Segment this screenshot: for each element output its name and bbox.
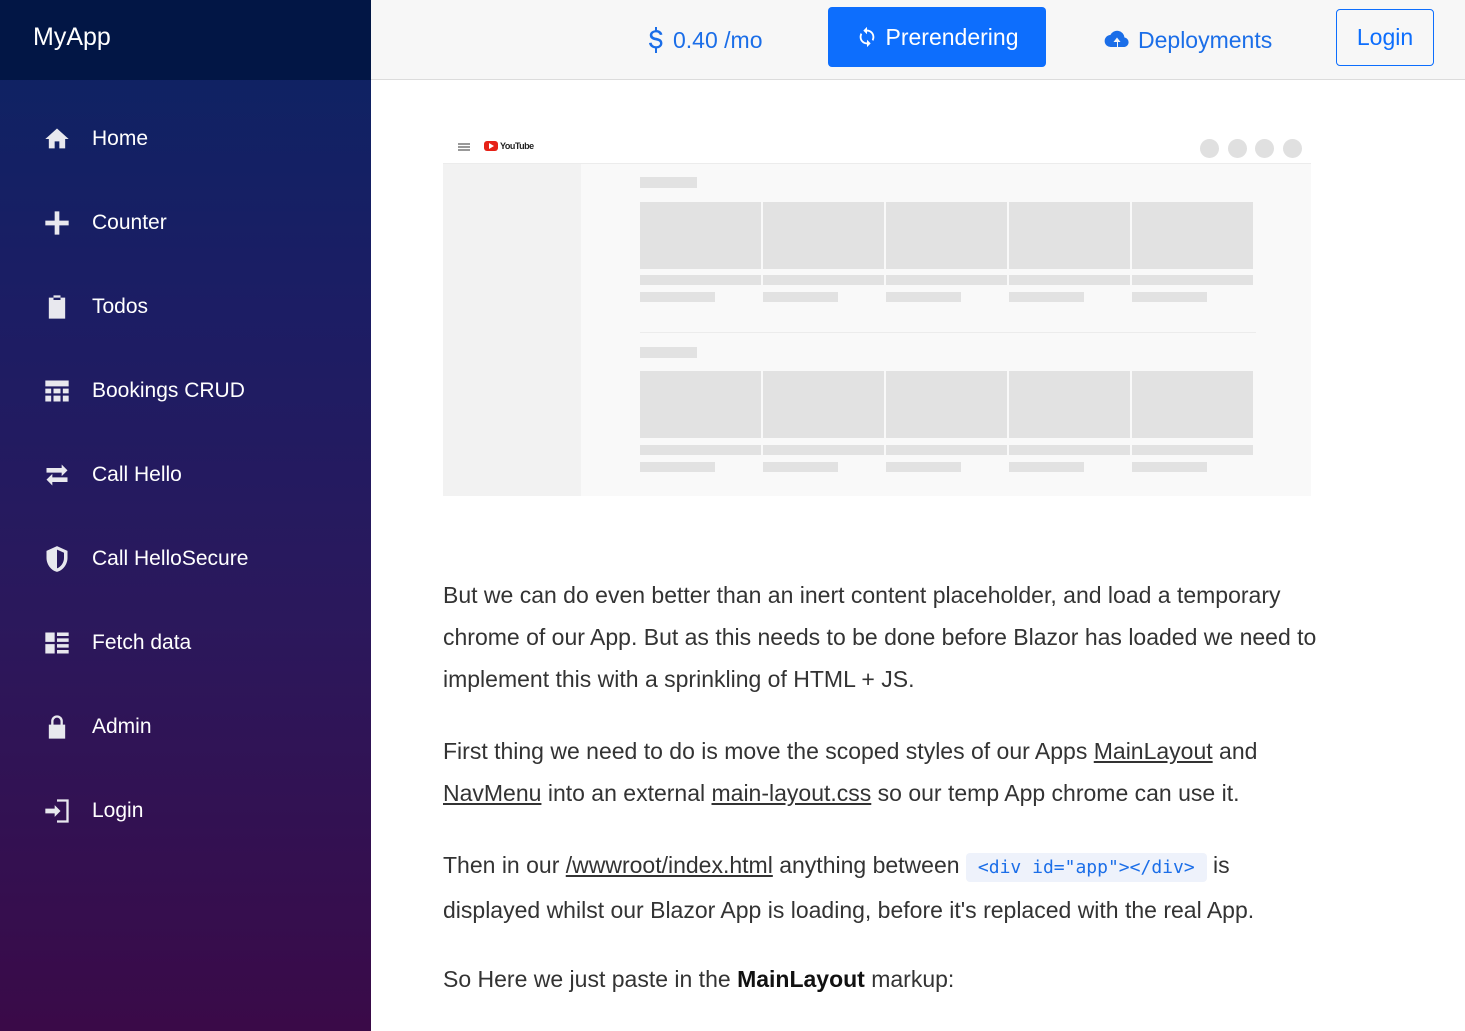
sidebar-item-label: Admin [92,715,152,738]
skeleton-line [763,275,884,285]
sidebar-item-todos[interactable]: Todos [0,265,371,349]
skeleton-line [1132,462,1207,472]
skeleton-thumbnail [640,371,761,438]
sidebar-item-login[interactable]: Login [0,769,371,853]
calendar-icon [42,376,72,406]
plus-icon [42,208,72,238]
navmenu-link[interactable]: NavMenu [443,780,541,806]
sidebar-item-call-hello[interactable]: Call Hello [0,433,371,517]
skeleton-line [1009,445,1130,455]
skeleton-title [640,347,697,358]
prerendering-label: Prerendering [885,23,1019,50]
app-brand[interactable]: MyApp [0,0,371,80]
skeleton-thumbnail [763,202,884,269]
login-icon [42,796,72,826]
sidebar-item-bookings-crud[interactable]: Bookings CRUD [0,349,371,433]
skeleton-thumbnail [1009,202,1130,269]
skeleton-line [886,292,961,302]
skeleton-line [1132,275,1253,285]
sidebar-item-label: Call HelloSecure [92,547,249,570]
skeleton-line [1132,445,1253,455]
skeleton-line [640,292,715,302]
list-icon [42,628,72,658]
prerendering-button[interactable]: Prerendering [828,7,1046,67]
skeleton-thumbnail [1009,371,1130,438]
clipboard-icon [42,292,72,322]
avatar-placeholder [1228,139,1247,158]
paragraph: Then in our /wwwroot/index.html anything… [443,852,1255,923]
menu-icon [458,143,470,151]
price-label: 0.40 /mo [673,26,763,53]
sidebar-nav: Home Counter Todos Bookings CRUD Call He… [0,97,371,853]
skeleton-line [640,462,715,472]
sidebar-item-home[interactable]: Home [0,97,371,181]
sidebar-item-label: Call Hello [92,463,182,486]
mainlayout-link[interactable]: MainLayout [1094,738,1213,764]
sidebar-item-label: Todos [92,295,149,318]
lock-icon [42,712,72,742]
shield-icon [42,544,72,574]
avatar-placeholder [1200,139,1219,158]
avatar-placeholder [1283,139,1302,158]
skeleton-line [886,275,1007,285]
sidebar-item-label: Login [92,799,144,822]
skeleton-line [763,445,884,455]
mock-divider [640,332,1256,333]
play-icon [484,141,498,151]
skeleton-line [763,292,838,302]
pricing-link[interactable]: 0.40 /mo [647,0,763,80]
sidebar-item-fetch-data[interactable]: Fetch data [0,601,371,685]
sidebar-item-label: Home [92,127,149,150]
skeleton-line [1009,292,1084,302]
mock-sidebar [443,164,581,496]
deployments-link[interactable]: Deployments [1104,0,1272,80]
inline-code: <div id="app"></div> [965,853,1207,882]
home-icon [42,124,72,154]
login-button[interactable]: Login [1336,9,1434,66]
paragraph: But we can do even better than an inert … [443,582,1317,692]
skeleton-thumbnail [886,202,1007,269]
sidebar-item-counter[interactable]: Counter [0,181,371,265]
index-html-link[interactable]: /wwwroot/index.html [566,852,773,878]
dollar-icon [649,27,663,53]
cloud-upload-icon [1104,30,1129,48]
main-layout-css-link[interactable]: main-layout.css [712,780,872,806]
sync-icon [859,26,874,48]
skeleton-thumbnail [640,202,761,269]
mock-header: YouTube [443,132,1311,164]
skeleton-thumbnail [1132,202,1253,269]
skeleton-title [640,177,697,188]
skeleton-line [640,275,761,285]
mainlayout-strong: MainLayout [737,966,865,992]
avatar-placeholder [1255,139,1274,158]
skeleton-thumbnail [763,371,884,438]
top-bar: 0.40 /mo Prerendering Deployments Login [371,0,1465,80]
skeleton-line [763,462,838,472]
skeleton-thumbnail [886,371,1007,438]
sidebar: MyApp Home Counter Todos Bookings CRUD C… [0,0,371,1031]
skeleton-line [1009,275,1130,285]
skeleton-line [886,445,1007,455]
sidebar-item-label: Fetch data [92,631,192,654]
paragraph: So Here we just paste in the MainLayout … [443,966,955,992]
placeholder-screenshot: YouTube [443,132,1311,496]
skeleton-line [1009,462,1084,472]
deployments-label: Deployments [1138,26,1273,53]
skeleton-line [640,445,761,455]
paragraph: First thing we need to do is move the sc… [443,738,1258,806]
skeleton-line [886,462,961,472]
swap-icon [42,460,72,490]
youtube-logo: YouTube [484,141,534,151]
sidebar-item-admin[interactable]: Admin [0,685,371,769]
sidebar-item-label: Counter [92,211,167,234]
skeleton-line [1132,292,1207,302]
skeleton-thumbnail [1132,371,1253,438]
sidebar-item-label: Bookings CRUD [92,379,245,402]
sidebar-item-call-hellosecure[interactable]: Call HelloSecure [0,517,371,601]
